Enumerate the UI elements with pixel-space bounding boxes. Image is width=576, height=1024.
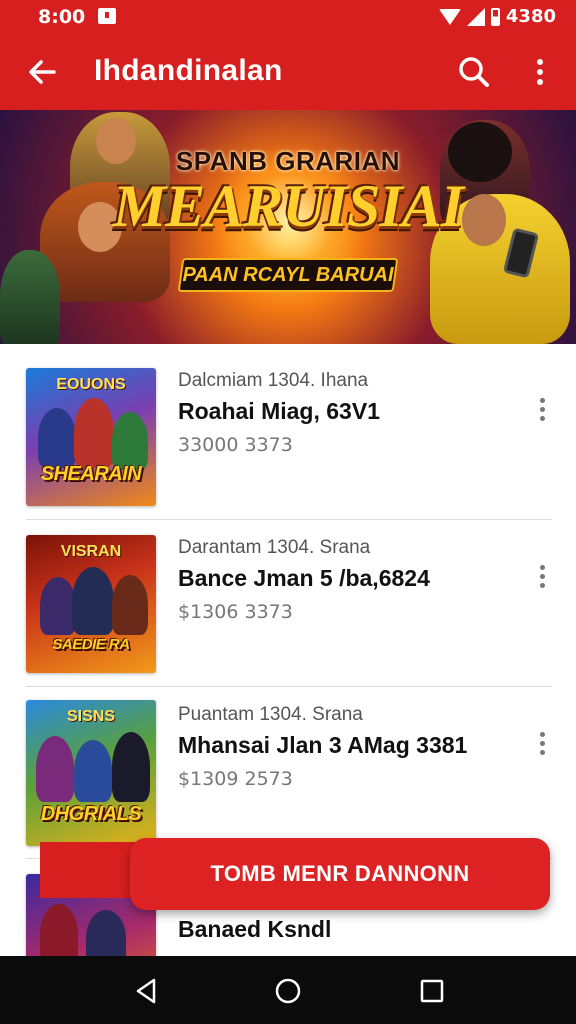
more-vert-icon	[540, 732, 545, 737]
thumb-label: SHEARAIN	[40, 463, 142, 485]
more-vert-icon	[540, 583, 545, 588]
thumb-figure	[112, 732, 150, 802]
banner-title: MEARUISIAI	[112, 173, 464, 239]
item-more-button[interactable]	[534, 396, 552, 424]
thumb-figure	[74, 740, 112, 802]
thumb-figure	[112, 575, 148, 635]
status-icons: 4380	[438, 6, 556, 27]
cta-button[interactable]: TOMB MENR DANNONN	[130, 838, 550, 910]
item-meta: Dalcmiam 1304. Ihana	[178, 370, 369, 391]
system-nav-bar	[0, 956, 576, 1024]
thumb-figure	[86, 910, 126, 956]
status-time: 8:00	[38, 6, 86, 28]
item-thumbnail: VISRAN SAEDIE RA	[26, 535, 156, 673]
thumb-top-text: SISNS	[66, 708, 115, 725]
battery-icon	[490, 7, 500, 26]
thumb-top-text: EOUONS	[56, 376, 126, 393]
status-bar: 8:00 4380	[0, 0, 576, 36]
item-title: Mhansai Jlan 3 AMag 3381	[178, 732, 468, 758]
item-thumbnail: SISNS DHGRIALS	[26, 700, 156, 846]
nav-recent-icon	[420, 979, 444, 1003]
nav-back-button[interactable]	[132, 976, 162, 1006]
nav-back-icon	[136, 978, 156, 1004]
search-icon	[459, 57, 489, 87]
battery-level: 4380	[505, 6, 556, 27]
more-vert-icon	[540, 407, 545, 412]
nav-recent-button[interactable]	[417, 976, 447, 1006]
more-vert-icon	[540, 741, 545, 746]
thumb-figure	[74, 398, 114, 468]
item-meta: Darantam 1304. Srana	[178, 537, 371, 558]
wifi-icon	[438, 8, 461, 25]
promo-banner[interactable]: SPANB GRARIAN MEARUISIAI PAAN RCAYL BARU…	[0, 110, 576, 344]
more-options-button[interactable]	[524, 52, 556, 92]
thumb-label: SAEDIE RA	[52, 636, 130, 653]
more-vert-icon	[537, 59, 543, 85]
thumb-figure	[40, 577, 76, 635]
list-item[interactable]: VISRAN SAEDIE RA Darantam 1304. Srana Ba…	[0, 511, 576, 677]
more-vert-icon	[540, 565, 545, 570]
item-title: Banaed Ksndl	[178, 916, 332, 942]
item-meta: Puantam 1304. Srana	[178, 704, 363, 725]
more-vert-icon	[540, 750, 545, 755]
nav-home-button[interactable]	[273, 976, 303, 1006]
thumb-top-text: VISRAN	[60, 543, 122, 560]
item-more-button[interactable]	[534, 730, 552, 758]
back-arrow-icon	[29, 60, 56, 84]
more-vert-icon	[540, 416, 545, 421]
list-item[interactable]: SISNS DHGRIALS Puantam 1304. Srana Mhans…	[0, 678, 576, 846]
list-item[interactable]: EOUONS SHEARAIN Dalcmiam 1304. Ihana Roa…	[0, 344, 576, 510]
banner-subtitle: PAAN RCAYL BARUAI	[182, 264, 394, 286]
item-title: Bance Jman 5 /ba,6824	[178, 565, 430, 591]
item-subtext: $1309 2573	[178, 768, 293, 790]
thumb-figure	[72, 567, 114, 635]
notification-icon	[98, 8, 116, 24]
thumb-figure	[36, 736, 74, 802]
item-subtext: 33000 3373	[178, 434, 293, 456]
nav-home-icon	[275, 978, 301, 1004]
item-title: Roahai Miag, 63V1	[178, 398, 380, 424]
search-button[interactable]	[454, 52, 494, 92]
app-title: Ihdandinalan	[94, 54, 283, 87]
thumb-label: DHGRIALS	[40, 803, 142, 825]
back-button[interactable]	[24, 54, 60, 90]
app-bar: Ihdandinalan	[0, 36, 576, 110]
cell-signal-icon	[466, 7, 485, 26]
more-vert-icon	[540, 398, 545, 403]
thumb-figure	[112, 412, 148, 470]
thumb-figure	[38, 408, 76, 468]
item-subtext: $1306 3373	[178, 601, 293, 623]
thumb-figure	[40, 904, 78, 956]
item-thumbnail: EOUONS SHEARAIN	[26, 368, 156, 506]
banner-hero-figure	[0, 250, 60, 344]
more-vert-icon	[540, 574, 545, 579]
item-more-button[interactable]	[534, 563, 552, 591]
